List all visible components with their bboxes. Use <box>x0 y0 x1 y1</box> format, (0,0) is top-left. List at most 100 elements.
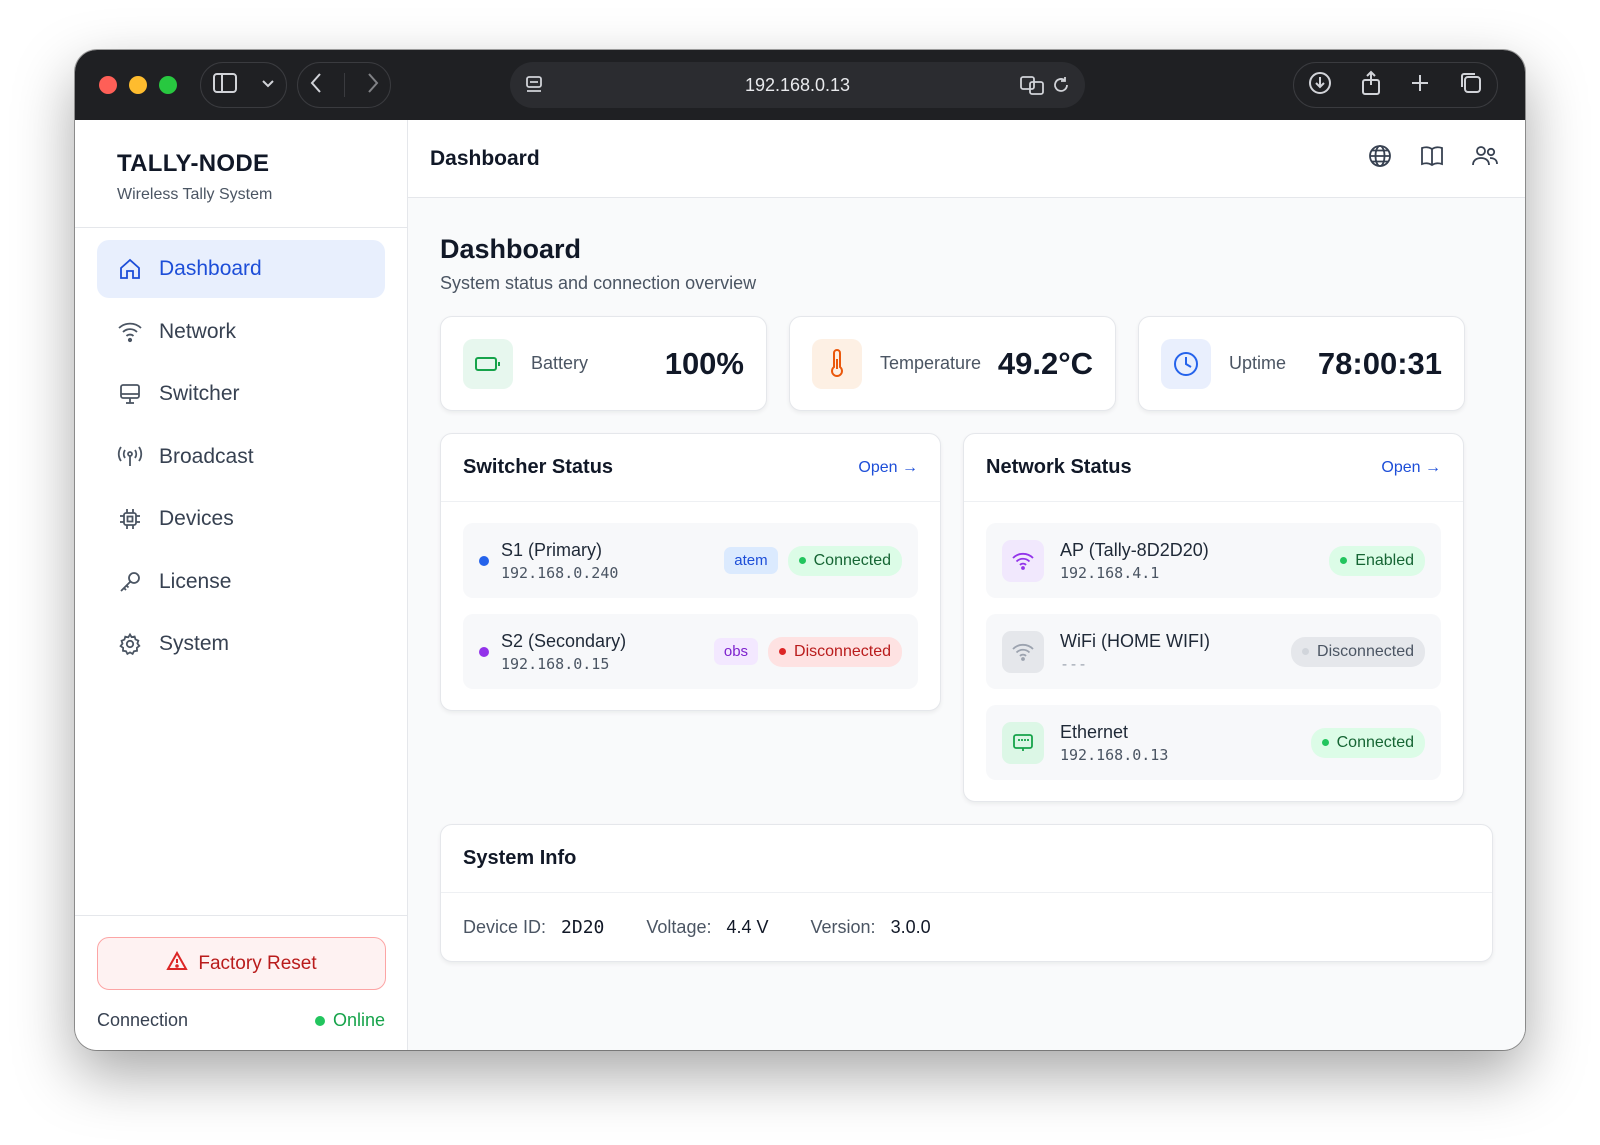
address-bar[interactable]: 192.168.0.13 <box>510 62 1085 108</box>
browser-toolbar: 192.168.0.13 <box>75 50 1525 120</box>
network-status-panel: Network Status Open → AP (Tally-8D2D20) … <box>963 433 1464 802</box>
sidebar-item-label: Network <box>159 319 237 343</box>
share-icon[interactable] <box>1360 70 1382 101</box>
sidebar-item-label: Broadcast <box>159 444 254 468</box>
panel-header: Switcher Status Open → <box>441 434 940 502</box>
voltage-value: 4.4 V <box>726 917 769 937</box>
connection-status-text: Online <box>332 1010 385 1030</box>
status-dot <box>314 1015 325 1026</box>
sidebar-item-devices[interactable]: Devices <box>97 490 385 548</box>
panel-title: Switcher Status <box>463 456 614 478</box>
switcher-ip: 192.168.0.15 <box>501 654 610 673</box>
main-content: Dashboard Dashboard System status and co… <box>408 120 1525 1050</box>
status-text: Enabled <box>1355 551 1414 569</box>
network-name: Ethernet <box>1060 721 1129 742</box>
forward-icon[interactable] <box>366 72 380 99</box>
topbar-title: Dashboard <box>430 146 540 170</box>
reload-icon[interactable] <box>1051 74 1071 101</box>
network-list: AP (Tally-8D2D20) 192.168.4.1 Enabled Wi… <box>964 502 1463 801</box>
top-bar: Dashboard <box>408 120 1525 198</box>
network-name: AP (Tally-8D2D20) <box>1060 539 1209 560</box>
access-point-icon <box>1002 539 1044 582</box>
open-switcher-link[interactable]: Open → <box>858 459 918 477</box>
network-ip: 192.168.4.1 <box>1060 563 1160 582</box>
dashboard-content: Dashboard System status and connection o… <box>408 234 1525 962</box>
open-network-link[interactable]: Open → <box>1381 459 1441 477</box>
stats-row: Battery 100% Temperature 49.2°C Uptime 7… <box>440 316 1493 411</box>
sidebar: TALLY-NODE Wireless Tally System Dashboa… <box>75 120 408 1050</box>
battery-icon <box>463 338 513 389</box>
new-tab-icon[interactable] <box>1409 72 1431 99</box>
download-icon[interactable] <box>1308 71 1332 100</box>
sidebar-item-label: Switcher <box>159 382 240 405</box>
sidebar-item-label: License <box>159 569 232 593</box>
network-info: WiFi (HOME WIFI) --- <box>1060 631 1291 673</box>
status-badge: Enabled <box>1329 545 1425 576</box>
voltage-field: Voltage: 4.4 V <box>646 917 768 938</box>
brand: TALLY-NODE Wireless Tally System <box>75 120 407 228</box>
close-window-button[interactable] <box>99 76 117 94</box>
sidebar-item-label: Dashboard <box>159 257 262 280</box>
sidebar-item-dashboard[interactable]: Dashboard <box>97 240 385 298</box>
status-text: Disconnected <box>794 642 891 660</box>
device-id-field: Device ID: 2D20 <box>463 917 604 938</box>
sidebar-item-license[interactable]: License <box>97 553 385 611</box>
sidebar-item-label: System <box>159 632 230 655</box>
status-badge: Connected <box>1310 727 1425 758</box>
network-info: Ethernet 192.168.0.13 <box>1060 722 1311 764</box>
badge-dot <box>779 648 787 655</box>
status-badge: Connected <box>787 545 902 576</box>
sidebar-item-broadcast[interactable]: Broadcast <box>97 428 385 486</box>
wifi-icon <box>117 319 143 345</box>
sidebar-item-system[interactable]: System <box>97 615 385 673</box>
back-icon[interactable] <box>309 72 323 99</box>
badge-dot <box>798 557 806 564</box>
key-icon <box>117 569 143 595</box>
gear-icon <box>117 631 143 657</box>
translate-icon[interactable] <box>1019 74 1045 101</box>
sidebar-item-switcher[interactable]: Switcher <box>97 365 385 423</box>
sidebar-toggle-icon[interactable] <box>212 72 238 99</box>
browser-window: 192.168.0.13 TALLY-NODE Wireless Tally S… <box>75 50 1525 1050</box>
switcher-list: S1 (Primary) 192.168.0.240 atem Connecte… <box>441 502 940 710</box>
uptime-card: Uptime 78:00:31 <box>1138 316 1465 411</box>
maximize-window-button[interactable] <box>159 76 177 94</box>
minimize-window-button[interactable] <box>129 76 147 94</box>
brand-title: TALLY-NODE <box>117 150 270 177</box>
chevron-down-icon[interactable] <box>261 76 275 94</box>
tab-overview-icon[interactable] <box>1459 71 1483 100</box>
switcher-type-tag: atem <box>724 547 778 574</box>
status-dot <box>479 646 489 657</box>
battery-label: Battery <box>531 353 589 373</box>
sidebar-nav: Dashboard Network Switcher Broadcast Dev… <box>75 228 407 690</box>
panel-header: Network Status Open → <box>964 434 1463 502</box>
device-id-label: Device ID: <box>463 917 547 937</box>
online-indicator: Online <box>314 1010 385 1031</box>
page-menu-icon[interactable] <box>524 74 544 101</box>
ethernet-icon <box>1002 721 1044 764</box>
broadcast-icon <box>117 444 143 470</box>
battery-value: 100% <box>664 345 744 381</box>
network-ip: --- <box>1060 654 1088 673</box>
panel-title: System Info <box>463 847 577 869</box>
sidebar-item-label: Devices <box>159 507 234 530</box>
panel-header: System Info <box>441 825 1492 893</box>
status-dot <box>479 555 489 566</box>
badge-dot <box>1321 739 1329 746</box>
list-item: Ethernet 192.168.0.13 Connected <box>986 705 1441 780</box>
wifi-icon <box>1002 630 1044 673</box>
history-nav-group <box>297 62 391 108</box>
sidebar-item-network[interactable]: Network <box>97 303 385 361</box>
list-item: S1 (Primary) 192.168.0.240 atem Connecte… <box>463 523 918 598</box>
book-icon[interactable] <box>1419 143 1445 174</box>
chip-icon <box>117 506 143 532</box>
device-id-value: 2D20 <box>561 917 605 938</box>
factory-reset-button[interactable]: Factory Reset <box>97 937 386 990</box>
voltage-label: Voltage: <box>646 917 712 937</box>
url-text[interactable]: 192.168.0.13 <box>745 75 850 96</box>
clock-icon <box>1161 338 1211 389</box>
globe-icon[interactable] <box>1367 143 1393 174</box>
users-icon[interactable] <box>1471 143 1499 174</box>
window-controls <box>99 76 177 94</box>
temperature-card: Temperature 49.2°C <box>789 316 1116 411</box>
